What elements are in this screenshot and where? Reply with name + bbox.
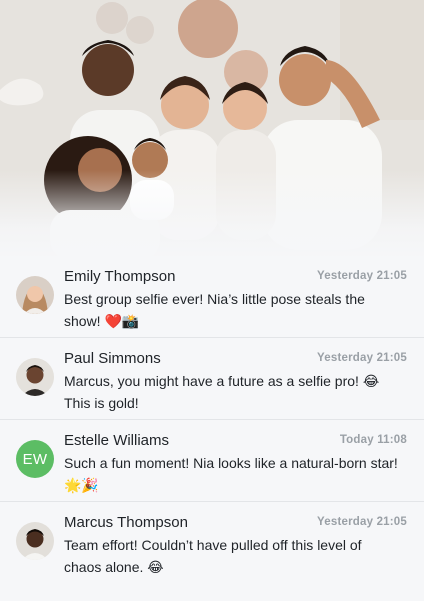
comment-list: Emily Thompson Yesterday 21:05 Best grou… <box>0 256 424 601</box>
avatar-marcus-icon[interactable] <box>16 522 54 560</box>
comment-item[interactable]: Paul Simmons Yesterday 21:05 Marcus, you… <box>0 338 424 420</box>
commenter-name[interactable]: Paul Simmons <box>64 350 161 367</box>
comment-text: Team effort! Couldn’t have pulled off th… <box>64 537 362 575</box>
commenter-name[interactable]: Estelle Williams <box>64 432 169 449</box>
avatar-initials[interactable]: EW <box>16 440 54 478</box>
avatar-paul-icon[interactable] <box>16 358 54 396</box>
comment-timestamp: Yesterday 21:05 <box>317 270 407 282</box>
group-selfie-photo <box>0 0 424 260</box>
comment-text: Such a fun moment! Nia looks like a natu… <box>64 455 398 493</box>
comment-timestamp: Yesterday 21:05 <box>317 352 407 364</box>
commenter-name[interactable]: Emily Thompson <box>64 268 175 285</box>
comment-text: Best group selfie ever! Nia’s little pos… <box>64 291 365 329</box>
commenter-name[interactable]: Marcus Thompson <box>64 514 188 531</box>
avatar-emily-icon[interactable] <box>16 276 54 314</box>
comment-text: Marcus, you might have a future as a sel… <box>64 373 380 411</box>
comment-timestamp: Yesterday 21:05 <box>317 516 407 528</box>
comment-item[interactable]: Emily Thompson Yesterday 21:05 Best grou… <box>0 256 424 338</box>
comment-item[interactable]: Marcus Thompson Yesterday 21:05 Team eff… <box>0 502 424 584</box>
comment-item[interactable]: EW Estelle Williams Today 11:08 Such a f… <box>0 420 424 502</box>
comment-timestamp: Today 11:08 <box>339 434 407 446</box>
